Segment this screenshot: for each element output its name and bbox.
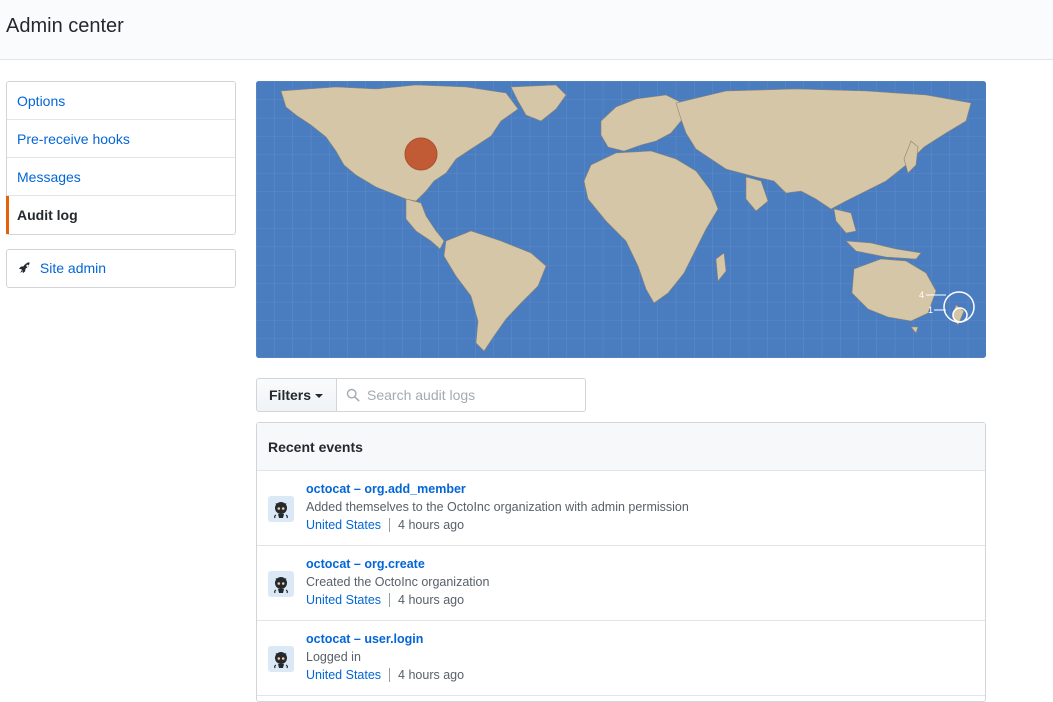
sidebar-nav: Options Pre-receive hooks Messages Audit… xyxy=(6,81,236,235)
event-location[interactable]: United States xyxy=(306,593,391,607)
world-map: 4 1 xyxy=(256,81,986,358)
event-row: octocat – org.create Created the OctoInc… xyxy=(257,546,985,621)
cluster-label-4: 4 xyxy=(919,290,924,300)
filters-label: Filters xyxy=(269,387,312,403)
event-row: octocat – org.add_member Added themselve… xyxy=(257,471,985,546)
sidebar-item-audit-log[interactable]: Audit log xyxy=(6,196,235,234)
rocket-icon xyxy=(18,262,30,274)
event-description: Created the OctoInc organization xyxy=(306,575,490,589)
event-location[interactable]: United States xyxy=(306,668,391,682)
event-location[interactable]: United States xyxy=(306,518,391,532)
event-time: 4 hours ago xyxy=(398,518,465,532)
event-time: 4 hours ago xyxy=(398,593,465,607)
event-time: 4 hours ago xyxy=(398,668,465,682)
audit-log-map[interactable]: 4 1 xyxy=(256,81,986,358)
site-admin-link[interactable]: Site admin xyxy=(6,249,236,288)
event-description: Logged in xyxy=(306,650,361,664)
octocat-icon xyxy=(268,646,294,672)
page-header: Admin center xyxy=(0,0,1053,60)
sidebar-item-pre-receive-hooks[interactable]: Pre-receive hooks xyxy=(7,120,235,158)
search-input[interactable] xyxy=(367,385,577,405)
avatar[interactable] xyxy=(268,646,294,672)
recent-events-panel: Recent events octocat – org.add_member A… xyxy=(256,422,986,702)
event-title[interactable]: octocat – user.login xyxy=(306,632,423,646)
octocat-icon xyxy=(268,496,294,522)
event-description: Added themselves to the OctoInc organiza… xyxy=(306,500,689,514)
site-admin-label: Site admin xyxy=(39,260,107,276)
avatar[interactable] xyxy=(268,496,294,522)
event-row: octocat – user.login Logged in United St… xyxy=(257,621,985,696)
recent-events-heading: Recent events xyxy=(257,423,985,471)
caret-down-icon xyxy=(315,394,324,398)
event-title[interactable]: octocat – org.create xyxy=(306,557,425,571)
octocat-icon xyxy=(268,571,294,597)
location-marker-united-states[interactable] xyxy=(404,137,438,171)
sidebar-item-options[interactable]: Options xyxy=(7,82,235,120)
sidebar-item-messages[interactable]: Messages xyxy=(7,158,235,196)
search-icon xyxy=(346,388,360,402)
avatar[interactable] xyxy=(268,571,294,597)
audit-log-search[interactable] xyxy=(336,378,586,412)
event-meta: United States 4 hours ago xyxy=(306,518,464,532)
page-title: Admin center xyxy=(6,15,124,37)
cluster-label-1: 1 xyxy=(928,305,933,315)
filters-button[interactable]: Filters xyxy=(256,378,337,412)
event-meta: United States 4 hours ago xyxy=(306,668,464,682)
event-title[interactable]: octocat – org.add_member xyxy=(306,482,466,496)
event-meta: United States 4 hours ago xyxy=(306,593,464,607)
